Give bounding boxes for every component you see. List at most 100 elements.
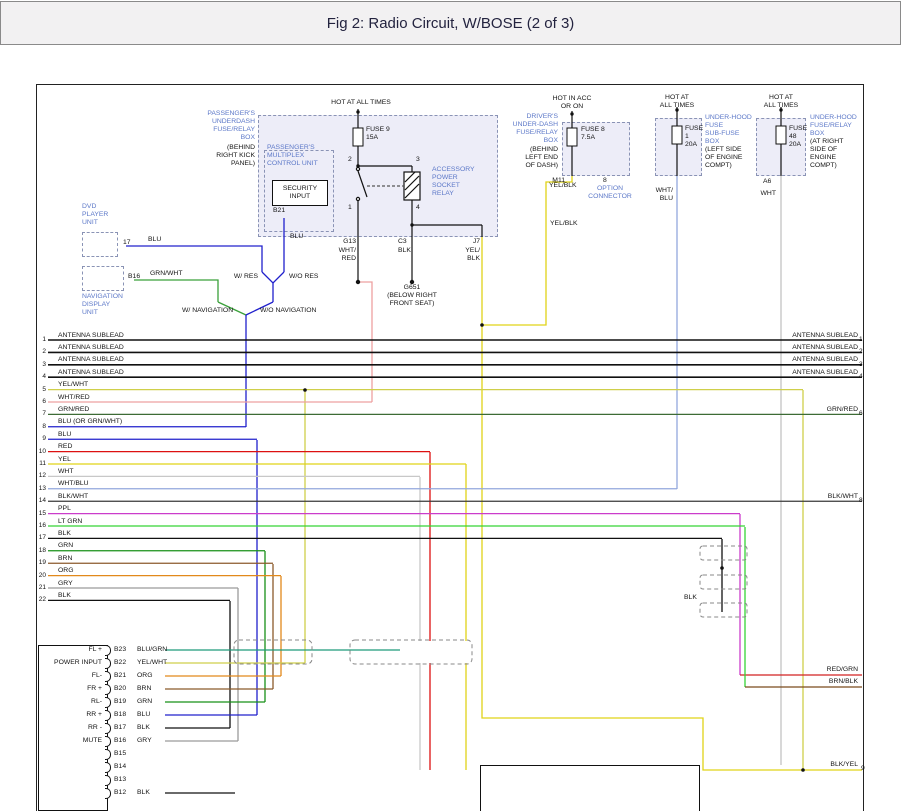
row-num-5: 5 — [37, 386, 46, 394]
row-num-13: 13 — [37, 485, 46, 493]
row-label-8: BLU (OR GRN/WHT) — [58, 418, 122, 426]
row-label-22: BLK — [58, 592, 71, 600]
power-input-label-0: FL + — [40, 646, 102, 654]
figure-title: Fig 2: Radio Circuit, W/BOSE (2 of 3) — [327, 15, 575, 32]
row-label-15: PPL — [58, 505, 71, 513]
pin-B17-wire: BLK — [137, 724, 150, 732]
b21-pin-label: B21 — [273, 207, 285, 215]
pin-B21-wire: ORG — [137, 672, 152, 680]
power-input-label-6: RR - — [40, 724, 102, 732]
g651-loc-label: (BELOW RIGHTFRONT SEAT) — [377, 292, 447, 308]
fuse9-label: FUSE 915A — [366, 126, 390, 142]
pin-B23: B23 — [114, 646, 126, 654]
passenger-box-name-label: PASSENGER'SUNDERDASHFUSE/RELAYBOX — [185, 110, 255, 142]
hot-fuse48-label: HOT ATALL TIMES — [754, 94, 808, 110]
wht-wire-label: WHT — [756, 190, 776, 198]
whtblu-wire-label: WHT/BLU — [645, 187, 673, 203]
hot-fuse1-label: HOT ATALL TIMES — [650, 94, 704, 110]
pin-B16: B16 — [114, 737, 126, 745]
row-right-num-2: 2 — [859, 348, 867, 356]
row-label-21: GRY — [58, 580, 73, 588]
power-input-label-4: RL- — [40, 698, 102, 706]
row-right-num-4: 4 — [859, 373, 867, 381]
row-right-label-7: GRN/RED — [770, 406, 858, 414]
j7-pin-label: J7 — [466, 238, 480, 246]
wo-res-label: W/O RES — [289, 273, 318, 281]
b21-wire-label: BLU — [290, 233, 303, 241]
w-nav-label: W/ NAVIGATION — [182, 307, 233, 315]
row-label-16: LT GRN — [58, 518, 82, 526]
blk-mid-label: BLK — [684, 594, 697, 602]
power-input-label-3: FR + — [40, 685, 102, 693]
row-num-7: 7 — [37, 410, 46, 418]
row-num-20: 20 — [37, 572, 46, 580]
row-num-11: 11 — [37, 460, 46, 468]
yelblk-b-label: YEL/BLK — [550, 220, 578, 228]
row-right-label-1: ANTENNA SUBLEAD — [770, 332, 858, 340]
row-label-6: WHT/RED — [58, 394, 90, 402]
pin-B21: B21 — [114, 672, 126, 680]
underhood-name-label: UNDER-HOODFUSE/RELAYBOX — [810, 114, 862, 138]
row-right-label-14: BLK/WHT — [770, 493, 858, 501]
row-label-10: RED — [58, 443, 72, 451]
w-res-label: W/ RES — [226, 273, 258, 281]
row-num-18: 18 — [37, 547, 46, 555]
g13-pin-label: G13 — [340, 238, 356, 246]
power-input-label-1: POWER INPUT — [40, 659, 102, 667]
fuse48-label: FUSE4820A — [789, 125, 807, 149]
row-num-10: 10 — [37, 448, 46, 456]
row-num-1: 1 — [37, 336, 46, 344]
row-num-3: 3 — [37, 361, 46, 369]
pin-B16-wire: GRY — [137, 737, 152, 745]
row-label-12: WHT — [58, 468, 73, 476]
row-label-18: GRN — [58, 542, 73, 550]
blk-yel-num-label: 9 — [861, 765, 865, 773]
pin-B14: B14 — [114, 763, 126, 771]
row-label-2: ANTENNA SUBLEAD — [58, 344, 124, 352]
g13-wire-label: WHT/RED — [330, 247, 356, 263]
fuse1-label: FUSE120A — [685, 125, 703, 149]
row-label-9: BLU — [58, 431, 71, 439]
dvd-player-connector-box — [82, 232, 118, 257]
hot-acc-label: HOT IN ACCOR ON — [540, 95, 604, 111]
dvd-name-label: DVDPLAYERUNIT — [82, 203, 132, 227]
c3-wire-label: BLK — [398, 247, 411, 255]
row-num-4: 4 — [37, 373, 46, 381]
row-right-num-14: 8 — [859, 497, 867, 505]
row-right-label-2: ANTENNA SUBLEAD — [770, 344, 858, 352]
row-num-2: 2 — [37, 348, 46, 356]
pin-B12: B12 — [114, 789, 126, 797]
subfuse-loc-label: (LEFT SIDEOF ENGINECOMPT) — [705, 146, 757, 170]
g651-label: G651 — [384, 284, 440, 292]
row-num-15: 15 — [37, 510, 46, 518]
row-num-22: 22 — [37, 596, 46, 604]
passenger-box-loc-label: (BEHINDRIGHT KICKPANEL) — [185, 144, 255, 168]
pin-B22-wire: YEL/WHT — [137, 659, 167, 667]
power-input-label-2: FL- — [40, 672, 102, 680]
row-right-label-3: ANTENNA SUBLEAD — [770, 356, 858, 364]
pin-B12-wire: BLK — [137, 789, 150, 797]
relay-name-label: ACCESSORYPOWERSOCKETRELAY — [432, 166, 496, 198]
row-label-13: WHT/BLU — [58, 480, 89, 488]
fuse8-label: FUSE 87.5A — [581, 126, 605, 142]
red-grn-label: RED/GRN — [790, 666, 858, 674]
row-label-19: BRN — [58, 555, 72, 563]
relay-t3-label: 3 — [416, 156, 420, 164]
power-input-label-5: RR + — [40, 711, 102, 719]
pin-B23-wire: BLU/GRN — [137, 646, 167, 654]
relay-t2-label: 2 — [348, 156, 352, 164]
pin-B17: B17 — [114, 724, 126, 732]
multiplex-name-label: PASSENGER'SMULTIPLEXCONTROL UNIT — [267, 144, 331, 168]
wiring-diagram-page: { "title": "Fig 2: Radio Circuit, W/BOSE… — [0, 0, 901, 811]
row-num-8: 8 — [37, 423, 46, 431]
navigation-connector-box — [82, 266, 124, 291]
row-num-6: 6 — [37, 398, 46, 406]
a6-pin-label: A6 — [763, 178, 771, 186]
dvd-blu-label: BLU — [148, 236, 161, 244]
row-num-17: 17 — [37, 534, 46, 542]
row-label-1: ANTENNA SUBLEAD — [58, 332, 124, 340]
row-label-17: BLK — [58, 530, 71, 538]
pin-B18-wire: BLU — [137, 711, 150, 719]
row-right-label-4: ANTENNA SUBLEAD — [770, 369, 858, 377]
pin-B19: B19 — [114, 698, 126, 706]
